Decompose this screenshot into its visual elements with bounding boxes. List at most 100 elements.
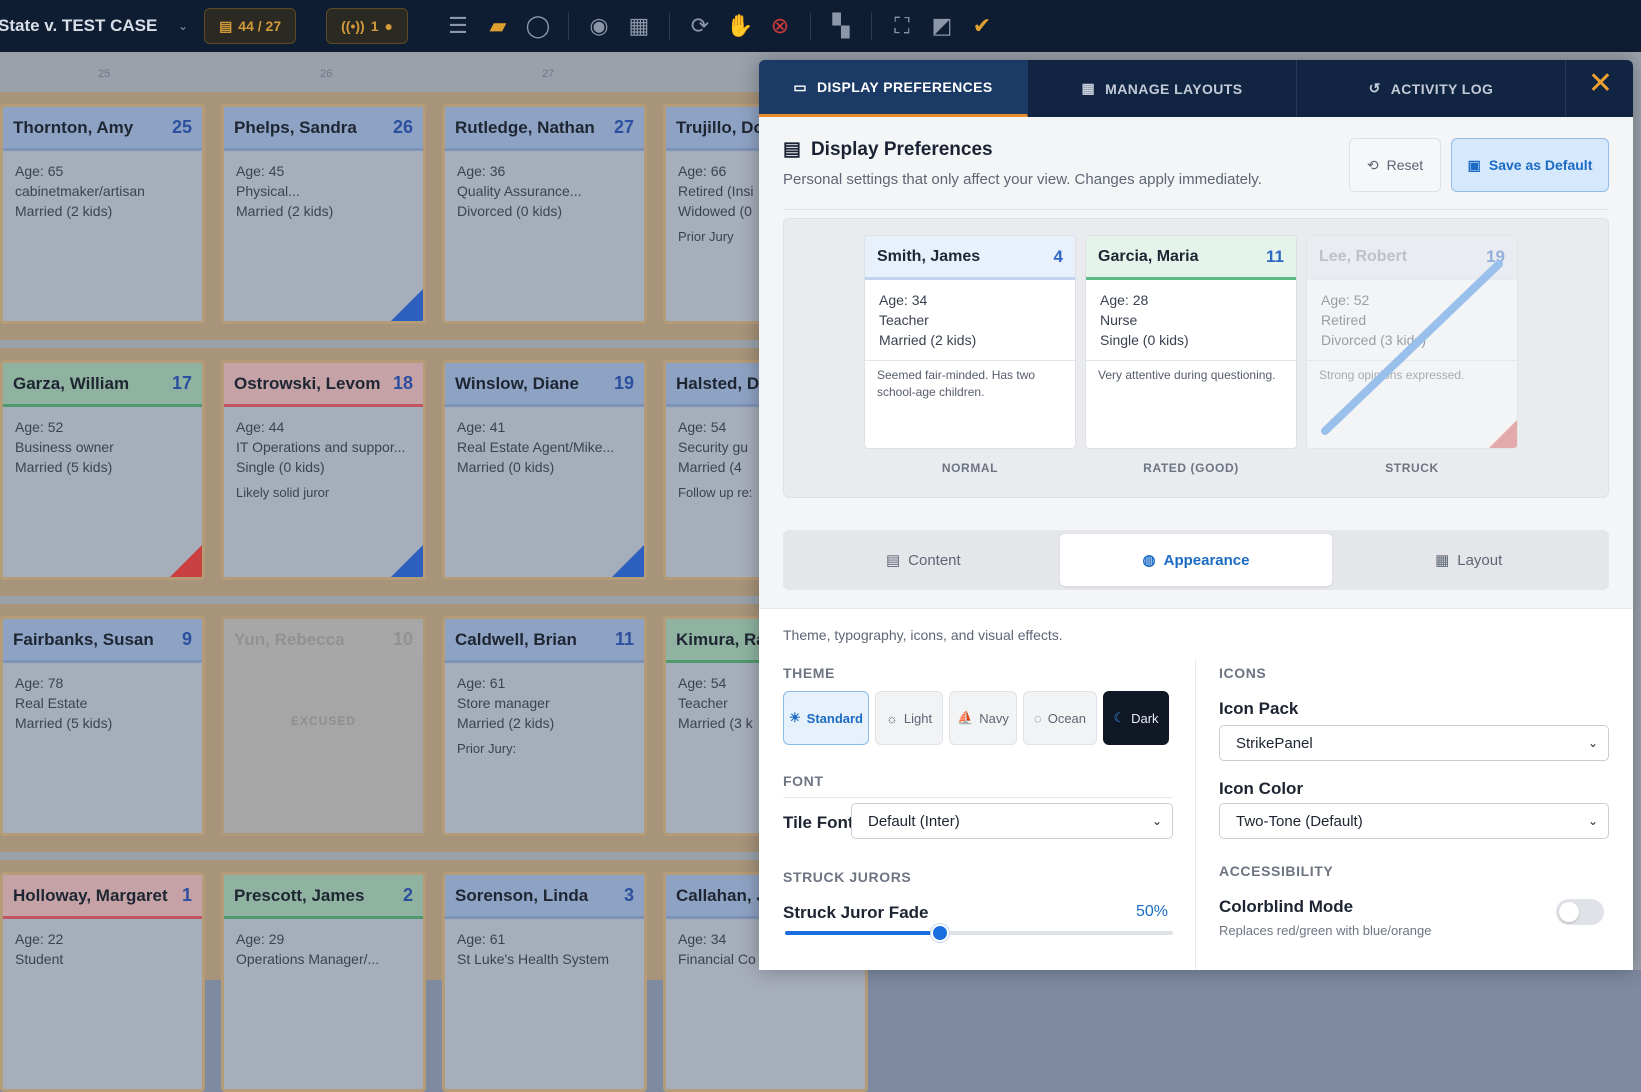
juror-tile-excused[interactable]: Yun, Rebecca 10 EXCUSED (221, 616, 426, 836)
juror-family: Married (2 kids) (15, 203, 113, 219)
juror-occupation: Store manager (457, 695, 550, 711)
juror-name: Garza, William (13, 373, 130, 393)
strike-circle-icon[interactable]: ⊗ (760, 6, 800, 46)
save-icon: ▣ (1467, 156, 1481, 173)
tab-display-preferences[interactable]: ▭ DISPLAY PREFERENCES (759, 60, 1028, 117)
juror-tile[interactable]: Prescott, James 2 Age: 29 Operations Manag… (221, 872, 426, 1092)
juror-number: 3 (623, 885, 634, 905)
grid-icon[interactable]: ▦ (619, 6, 659, 46)
subtab-content[interactable]: ▤ Content (787, 534, 1060, 586)
strike-flag-icon (612, 545, 644, 577)
icons-heading: ICONS (1219, 665, 1267, 681)
top-toolbar: State v. TEST CASE ⌄ ▤ 44 / 27 ((•)) 1 ●… (0, 0, 1641, 52)
juror-occupation: Physical... (236, 183, 300, 199)
tab-activity-log[interactable]: ↺ ACTIVITY LOG (1297, 60, 1566, 117)
eye-icon[interactable]: ◉ (579, 6, 619, 46)
board-edge (1633, 52, 1641, 970)
save-default-button[interactable]: ▣ Save as Default (1451, 138, 1609, 192)
theme-ocean-button[interactable]: ◌ Ocean (1023, 691, 1097, 745)
juror-tile[interactable]: Fairbanks, Susan 9 Age: 78 Real Estate Marr… (0, 616, 205, 836)
toolbar-divider (870, 12, 872, 40)
preferences-header: ▤ Display Preferences Personal settings … (783, 138, 1609, 210)
modal-tabs: ▭ DISPLAY PREFERENCES ▦ MANAGE LAYOUTS ↺… (759, 60, 1633, 117)
sliders-icon[interactable]: ☰ (438, 6, 478, 46)
chevron-down-icon[interactable]: ⌄ (178, 19, 188, 33)
colorblind-description: Replaces red/green with blue/orange (1219, 923, 1432, 938)
juror-name: Fairbanks, Susan (13, 629, 154, 649)
layout-grid-icon[interactable]: ▚ (821, 6, 861, 46)
live-count: 1 (370, 18, 379, 34)
juror-family: Married (2 kids) (457, 715, 555, 731)
preview-name: Garcia, Maria (1098, 247, 1199, 265)
juror-occupation: Business owner (15, 439, 114, 455)
toggle-knob (1559, 902, 1579, 922)
juror-count-pill[interactable]: ▤ 44 / 27 (204, 8, 297, 44)
juror-family: Married (0 kids) (457, 459, 555, 475)
tab-manage-layouts[interactable]: ▦ MANAGE LAYOUTS (1028, 60, 1297, 117)
theme-picker: ☀ Standard ☼ Light ⛵ Navy ◌ Ocean ☾ Dark (783, 691, 1169, 745)
preview-age: Age: 34 (879, 292, 928, 308)
juror-tile[interactable]: Phelps, Sandra 26 Age: 45 Physical... Marri… (221, 104, 426, 324)
juror-tile[interactable]: Ostrowski, Levom 18 Age: 44 IT Operations … (221, 360, 426, 580)
juror-age: Age: 65 (15, 163, 64, 179)
juror-name: Phelps, Sandra (234, 117, 357, 137)
juror-occupation: Quality Assurance... (457, 183, 582, 199)
juror-name: Halsted, D (676, 373, 760, 393)
chevron-down-icon: ⌄ (1151, 814, 1162, 828)
fullscreen-icon[interactable]: ⛶ (882, 6, 922, 46)
refresh-icon[interactable]: ⟳ (680, 6, 720, 46)
preview-label: STRUCK (1385, 461, 1439, 475)
content-icon: ▤ (885, 552, 901, 569)
subtab-appearance[interactable]: ◍ Appearance (1059, 534, 1333, 586)
save-label: Save as Default (1488, 157, 1593, 173)
juror-name: Prescott, James (234, 885, 365, 905)
undo-icon: ⟲ (1366, 156, 1379, 173)
preview-family: Married (2 kids) (879, 332, 977, 348)
theme-light-button[interactable]: ☼ Light (875, 691, 943, 745)
select-value: Default (Inter) (868, 812, 960, 830)
juror-tile[interactable]: Holloway, Margaret 1 Age: 22 Student (0, 872, 205, 1092)
live-status-pill[interactable]: ((•)) 1 ● (326, 8, 408, 44)
theme-navy-button[interactable]: ⛵ Navy (949, 691, 1017, 745)
tile-font-select[interactable]: Default (Inter) ⌄ (851, 803, 1173, 839)
comments-icon[interactable]: ▰ (478, 6, 518, 46)
juror-tile[interactable]: Sorenson, Linda 3 Age: 61 St Luke's Health… (442, 872, 647, 1092)
tile-font-label: Tile Font (783, 813, 854, 832)
fade-slider-track[interactable] (785, 924, 1173, 942)
juror-occupation: Student (15, 951, 64, 967)
juror-tile[interactable]: Garza, William 17 Age: 52 Business owner Ma… (0, 360, 205, 580)
theme-standard-button[interactable]: ☀ Standard (783, 691, 869, 745)
toolbar-divider (668, 12, 670, 40)
font-heading: FONT (783, 773, 824, 789)
preview-label: NORMAL (941, 461, 999, 475)
strike-line-icon (1321, 260, 1517, 448)
colorblind-toggle[interactable] (1556, 899, 1604, 925)
fade-slider-thumb[interactable] (931, 924, 950, 942)
ship-icon: ⛵ (957, 710, 974, 725)
lightbulb-icon[interactable]: ◯ (518, 6, 558, 46)
juror-name: Winslow, Diane (455, 373, 579, 393)
juror-tile[interactable]: Caldwell, Brian 11 Age: 61 Store manager Ma… (442, 616, 647, 836)
juror-age: Age: 52 (15, 419, 64, 435)
reset-button[interactable]: ⟲ Reset (1349, 138, 1441, 192)
case-title[interactable]: State v. TEST CASE (0, 16, 178, 36)
juror-age: Age: 61 (457, 675, 506, 691)
hand-icon[interactable]: ✋ (720, 6, 760, 46)
juror-tile[interactable]: Thornton, Amy 25 Age: 65 cabinetmaker/arti… (0, 104, 205, 324)
strike-flag-icon (391, 545, 423, 577)
subtab-label: Content (908, 551, 961, 569)
theme-dark-button[interactable]: ☾ Dark (1103, 691, 1169, 745)
juror-occupation: St Luke's Health System (457, 951, 610, 967)
preview-number: 4 (1053, 246, 1063, 266)
check-list-icon[interactable]: ✔ (962, 6, 1002, 46)
juror-tile[interactable]: Winslow, Diane 19 Age: 41 Real Estate Agen… (442, 360, 647, 580)
subtab-layout[interactable]: ▦ Layout (1332, 534, 1605, 586)
close-icon[interactable]: ✕ (1588, 66, 1613, 101)
icon-pack-select[interactable]: StrikePanel ⌄ (1219, 725, 1609, 761)
juror-number: 9 (181, 629, 192, 649)
icon-color-select[interactable]: Two-Tone (Default) ⌄ (1219, 803, 1609, 839)
toolbar-divider (809, 12, 811, 40)
juror-age: Age: 44 (236, 419, 285, 435)
edit-off-icon[interactable]: ◩ (922, 6, 962, 46)
juror-tile[interactable]: Rutledge, Nathan 27 Age: 36 Quality Assura… (442, 104, 647, 324)
